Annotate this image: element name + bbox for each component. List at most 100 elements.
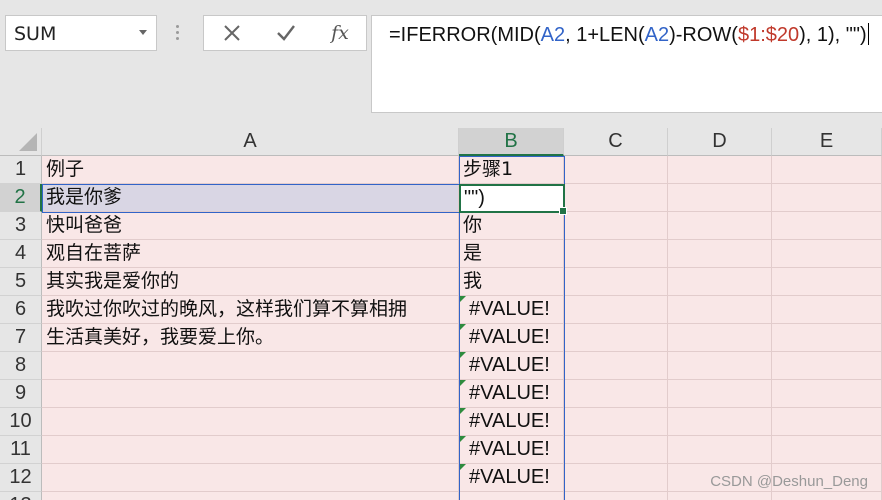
cell-d4[interactable] [668, 240, 772, 268]
cell-c6[interactable] [564, 296, 668, 324]
cell-d1[interactable] [668, 156, 772, 184]
cell-a8[interactable] [42, 352, 459, 380]
cell-e4[interactable] [772, 240, 882, 268]
cell-a5[interactable]: 其实我是爱你的 [42, 268, 459, 296]
column-header-c[interactable]: C [564, 128, 668, 156]
column-header-a[interactable]: A [42, 128, 459, 156]
cell-b10[interactable]: #VALUE! [459, 408, 564, 436]
error-indicator-icon[interactable] [459, 352, 466, 359]
row-header-13[interactable]: 13 [0, 492, 42, 500]
row-header-5[interactable]: 5 [0, 268, 42, 296]
cell-d9[interactable] [668, 380, 772, 408]
cell-c7[interactable] [564, 324, 668, 352]
cell-b3[interactable]: 你 [459, 212, 564, 240]
row-header-2[interactable]: 2 [0, 184, 42, 212]
cell-e6[interactable] [772, 296, 882, 324]
cell-b11[interactable]: #VALUE! [459, 436, 564, 464]
cell-a6[interactable]: 我吹过你吹过的晚风，这样我们算不算相拥 [42, 296, 459, 324]
cell-e3[interactable] [772, 212, 882, 240]
name-box[interactable]: SUM [5, 15, 157, 51]
cell-e13[interactable] [772, 492, 882, 500]
column-header-e[interactable]: E [772, 128, 882, 156]
cell-c1[interactable] [564, 156, 668, 184]
cell-d10[interactable] [668, 408, 772, 436]
error-indicator-icon[interactable] [459, 324, 466, 331]
error-indicator-icon[interactable] [459, 380, 466, 387]
fx-icon[interactable]: fx [314, 16, 366, 50]
cell-c11[interactable] [564, 436, 668, 464]
cell-c12[interactable] [564, 464, 668, 492]
cell-e1[interactable] [772, 156, 882, 184]
cell-b5[interactable]: 我 [459, 268, 564, 296]
cell-b13[interactable] [459, 492, 564, 500]
cell-c4[interactable] [564, 240, 668, 268]
row-header-6[interactable]: 6 [0, 296, 42, 324]
row-header-12[interactable]: 12 [0, 464, 42, 492]
cell-b12[interactable]: #VALUE! [459, 464, 564, 492]
cell-d13[interactable] [668, 492, 772, 500]
cell-b1[interactable]: 步骤1 [459, 156, 564, 184]
active-cell-b2[interactable]: "") [459, 184, 567, 215]
cell-b7[interactable]: #VALUE! [459, 324, 564, 352]
row-header-11[interactable]: 11 [0, 436, 42, 464]
error-indicator-icon[interactable] [459, 464, 466, 471]
cell-d11[interactable] [668, 436, 772, 464]
error-indicator-icon[interactable] [459, 296, 466, 303]
drag-handle-icon[interactable] [176, 25, 180, 43]
error-indicator-icon[interactable] [459, 408, 466, 415]
cell-a3[interactable]: 快叫爸爸 [42, 212, 459, 240]
select-all-button[interactable] [0, 128, 42, 156]
fill-handle[interactable] [559, 207, 567, 215]
error-indicator-icon[interactable] [459, 436, 466, 443]
row-header-10[interactable]: 10 [0, 408, 42, 436]
cell-d8[interactable] [668, 352, 772, 380]
row-header-7[interactable]: 7 [0, 324, 42, 352]
cell-e2[interactable] [772, 184, 882, 212]
cell-b8[interactable]: #VALUE! [459, 352, 564, 380]
cell-a13[interactable] [42, 492, 459, 500]
row-header-8[interactable]: 8 [0, 352, 42, 380]
row-header-4[interactable]: 4 [0, 240, 42, 268]
cell-d3[interactable] [668, 212, 772, 240]
checkmark-icon[interactable] [260, 16, 312, 50]
cell-a1[interactable]: 例子 [42, 156, 459, 184]
cell-d6[interactable] [668, 296, 772, 324]
cell-a12[interactable] [42, 464, 459, 492]
cell-a11[interactable] [42, 436, 459, 464]
cell-b6[interactable]: #VALUE! [459, 296, 564, 324]
cell-a9[interactable] [42, 380, 459, 408]
cell-c2[interactable] [564, 184, 668, 212]
cell-c9[interactable] [564, 380, 668, 408]
cell-c10[interactable] [564, 408, 668, 436]
cell-e11[interactable] [772, 436, 882, 464]
cell-e8[interactable] [772, 352, 882, 380]
cell-b9[interactable]: #VALUE! [459, 380, 564, 408]
cell-c5[interactable] [564, 268, 668, 296]
cell-e5[interactable] [772, 268, 882, 296]
cell-d5[interactable] [668, 268, 772, 296]
cancel-x-icon[interactable] [206, 16, 258, 50]
spreadsheet-grid[interactable]: A B C D E 1 例子 步骤1 2 我是你爹 "") 3 快叫爸爸你 4 观自在菩萨是 5 其实我是爱你的… [0, 128, 882, 500]
cell-d2[interactable] [668, 184, 772, 212]
cell-e7[interactable] [772, 324, 882, 352]
cell-a2[interactable]: 我是你爹 [42, 184, 459, 212]
chevron-down-icon[interactable] [139, 30, 147, 35]
cell-b4[interactable]: 是 [459, 240, 564, 268]
cell-b5-value: 我 [463, 270, 483, 292]
cell-c3[interactable] [564, 212, 668, 240]
cell-a4[interactable]: 观自在菩萨 [42, 240, 459, 268]
cell-a10[interactable] [42, 408, 459, 436]
row-header-9[interactable]: 9 [0, 380, 42, 408]
cell-b9-value: #VALUE! [469, 382, 550, 404]
cell-d7[interactable] [668, 324, 772, 352]
row-header-1[interactable]: 1 [0, 156, 42, 184]
row-header-3[interactable]: 3 [0, 212, 42, 240]
column-header-b[interactable]: B [459, 128, 564, 156]
cell-a7[interactable]: 生活真美好，我要爱上你。 [42, 324, 459, 352]
cell-e9[interactable] [772, 380, 882, 408]
column-header-d[interactable]: D [668, 128, 772, 156]
cell-e10[interactable] [772, 408, 882, 436]
cell-c8[interactable] [564, 352, 668, 380]
formula-input[interactable]: =IFERROR(MID(A2, 1+LEN(A2)-ROW($1:$20), … [371, 15, 882, 113]
cell-c13[interactable] [564, 492, 668, 500]
